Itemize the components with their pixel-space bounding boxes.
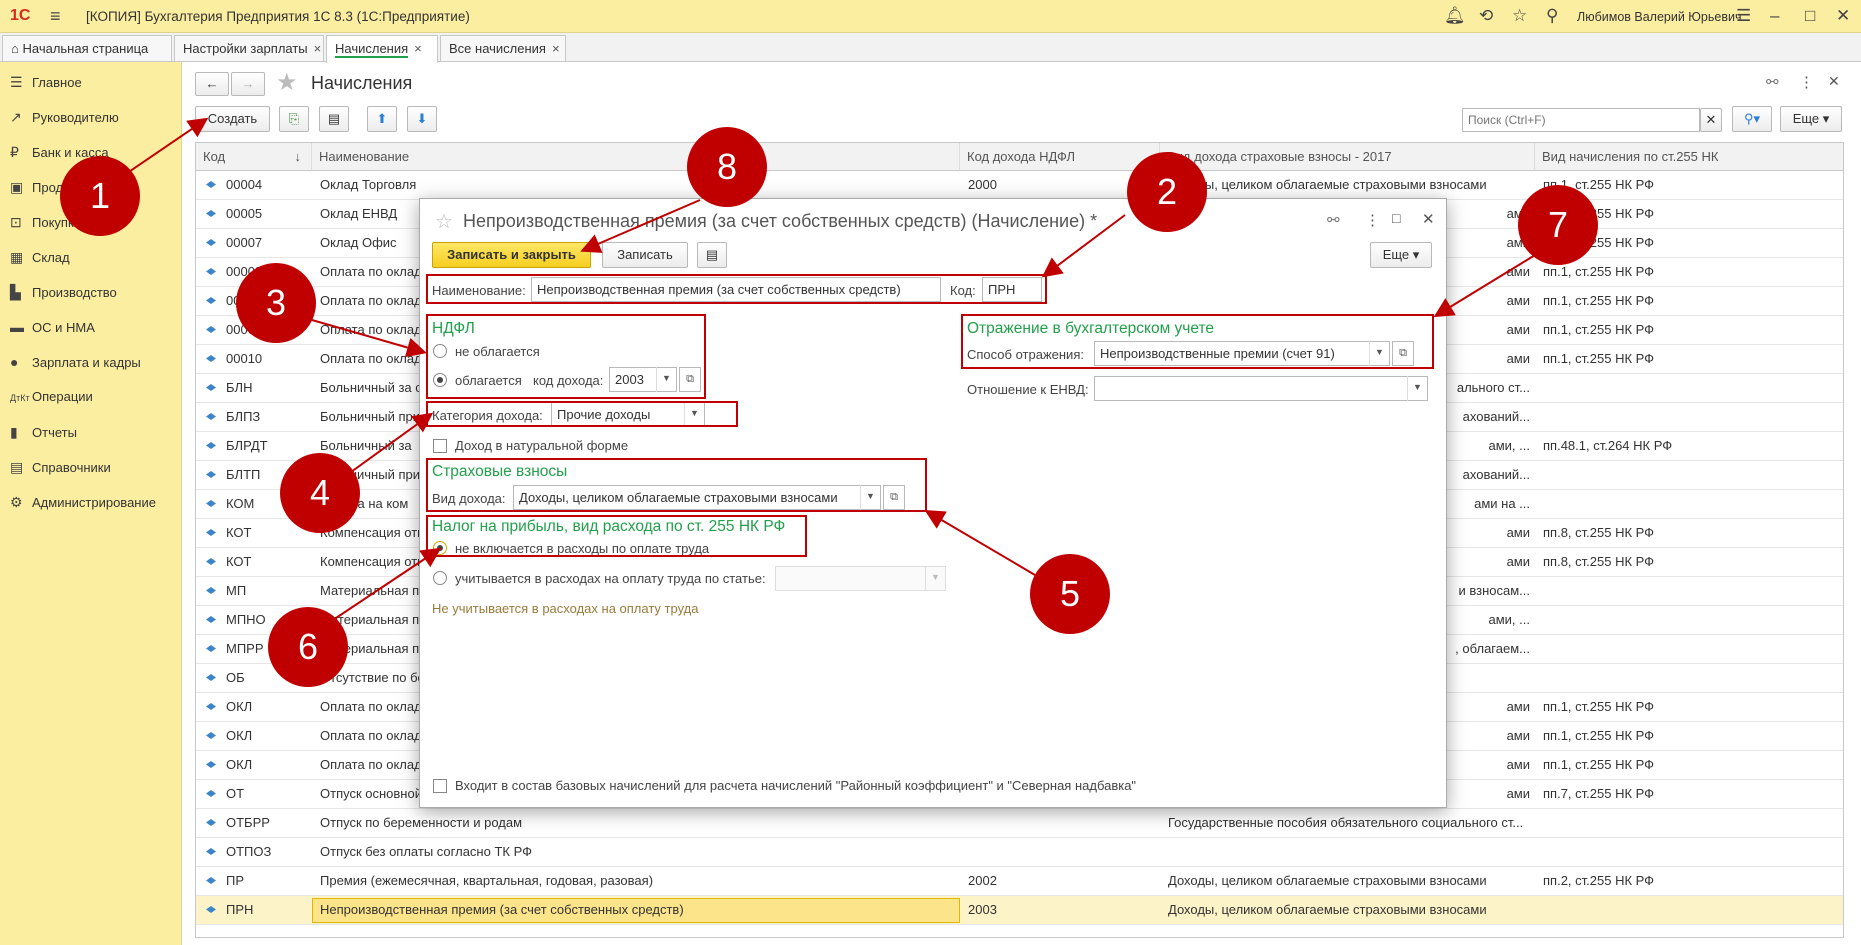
arrow-6 (329, 547, 442, 623)
annotation-badge-6: 6 (268, 607, 348, 687)
annotation-badge-2: 2 (1127, 152, 1207, 232)
arrow-5 (924, 509, 1036, 576)
annotation-arrows (119, 117, 1541, 623)
arrow-3 (304, 317, 427, 358)
annotation-badge-1: 1 (60, 156, 140, 236)
arrow-7 (1433, 251, 1541, 318)
annotation-badge-8: 8 (687, 127, 767, 207)
annotation-badge-7: 7 (1518, 185, 1598, 265)
arrow-8 (580, 199, 701, 253)
annotation-badge-3: 3 (236, 263, 316, 343)
arrow-2 (1041, 214, 1126, 278)
annotation-badge-4: 4 (280, 453, 360, 533)
arrow-1 (119, 117, 209, 179)
annotation-badge-5: 5 (1030, 554, 1110, 634)
